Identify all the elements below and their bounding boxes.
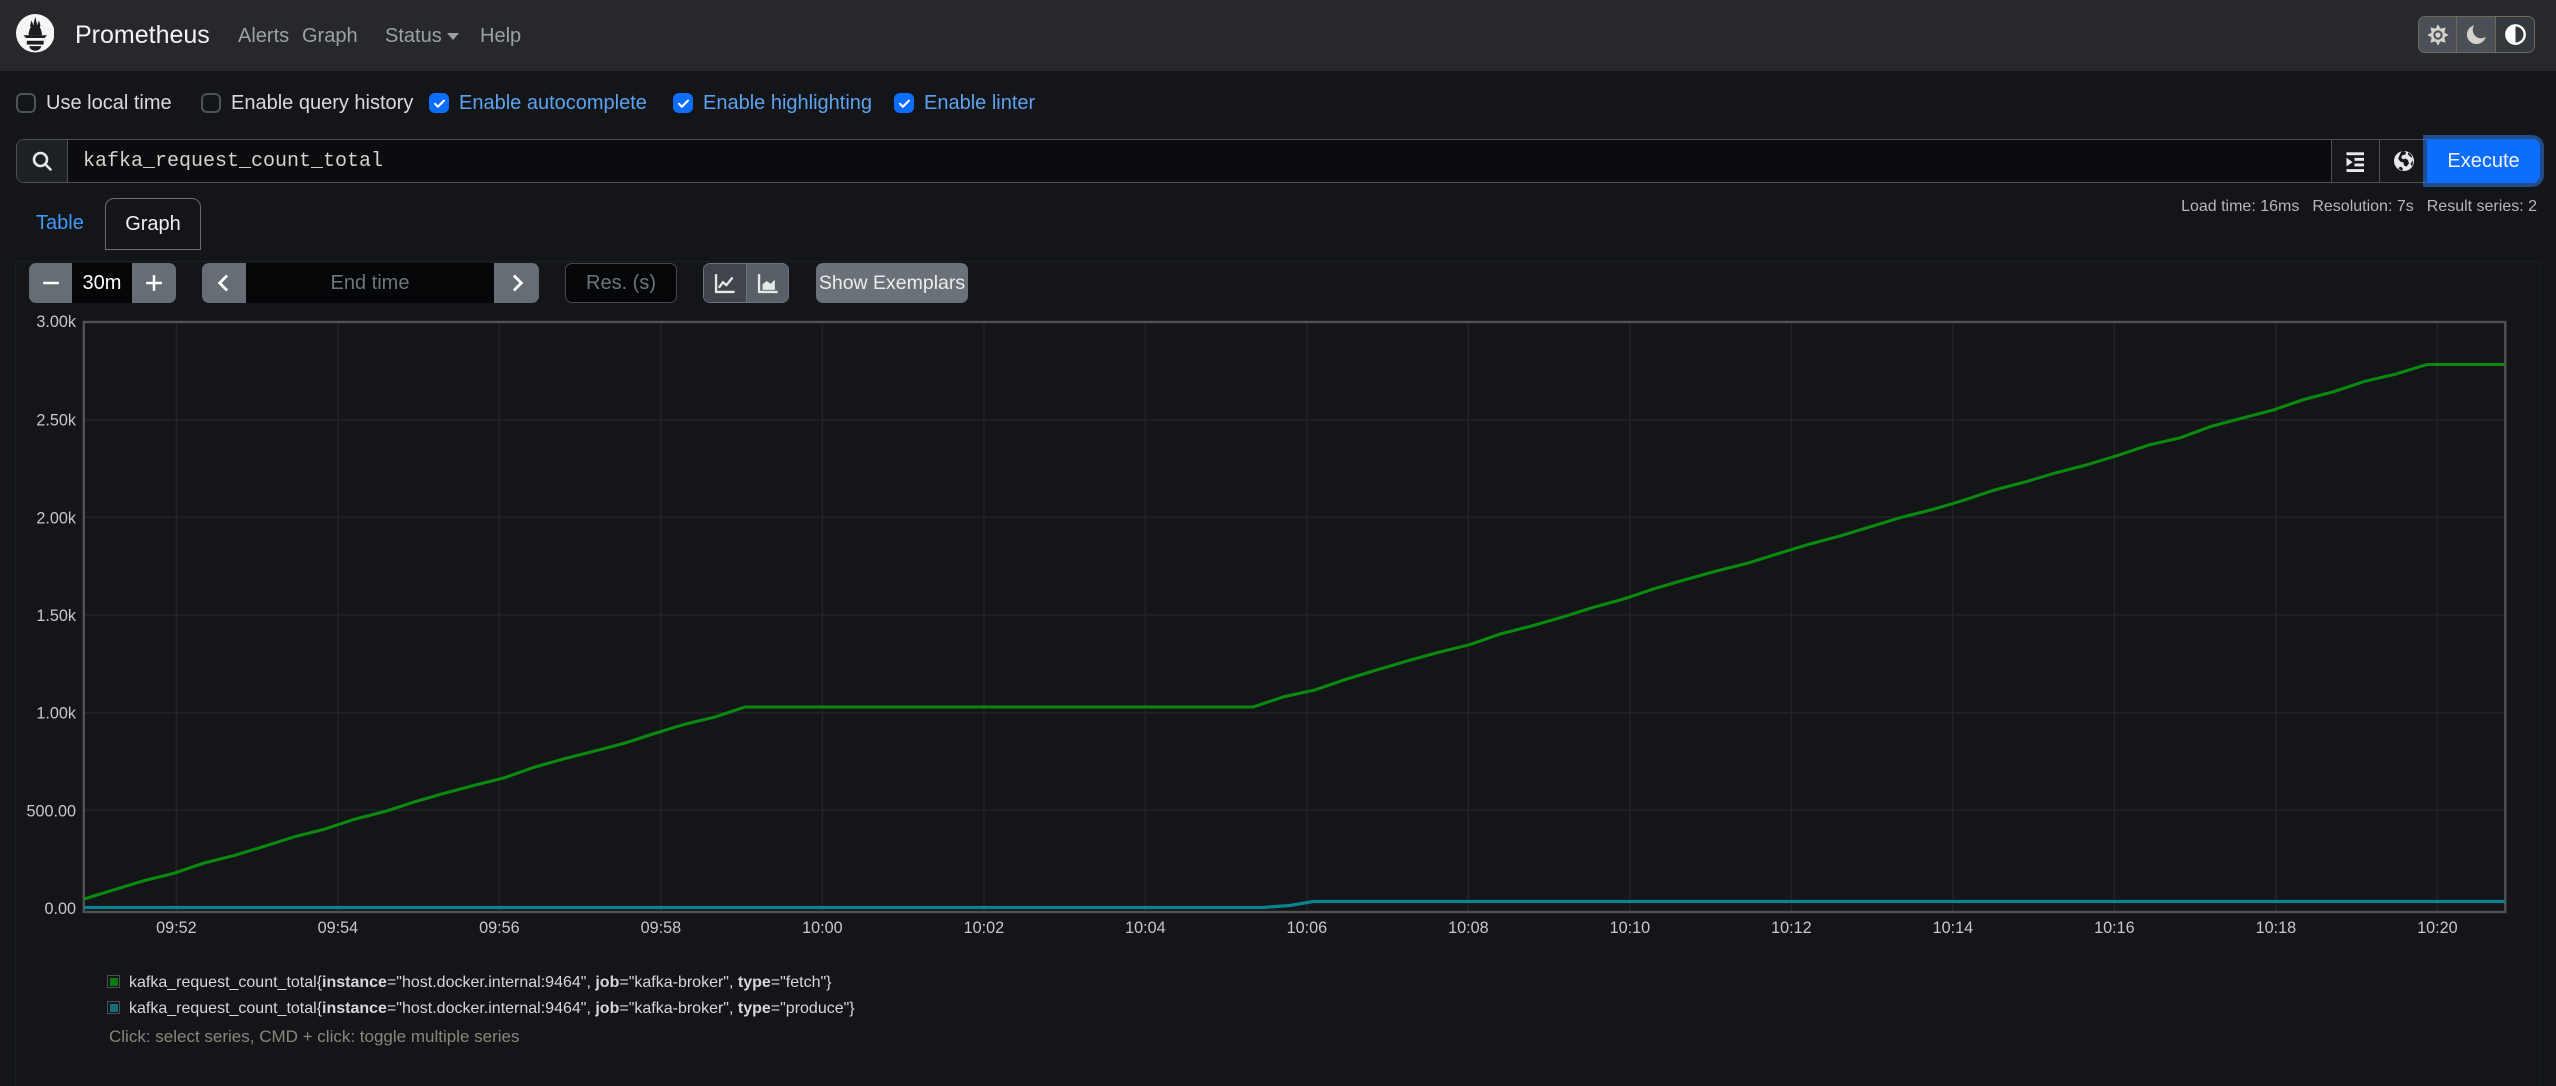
svg-text:10:02: 10:02	[964, 919, 1005, 937]
svg-text:10:06: 10:06	[1287, 919, 1328, 937]
svg-text:09:56: 09:56	[479, 919, 520, 937]
svg-text:500.00: 500.00	[26, 802, 76, 820]
svg-text:2.00k: 2.00k	[36, 509, 77, 527]
svg-text:10:12: 10:12	[1771, 919, 1812, 937]
svg-text:10:00: 10:00	[802, 919, 843, 937]
svg-text:1.50k: 1.50k	[36, 607, 77, 625]
svg-text:1.00k: 1.00k	[36, 705, 77, 723]
svg-text:2.50k: 2.50k	[36, 412, 77, 430]
svg-text:0.00: 0.00	[44, 900, 76, 918]
svg-text:3.00k: 3.00k	[36, 313, 77, 331]
svg-text:10:10: 10:10	[1610, 919, 1651, 937]
svg-text:10:16: 10:16	[2094, 919, 2135, 937]
svg-text:10:18: 10:18	[2256, 919, 2297, 937]
svg-text:10:08: 10:08	[1448, 919, 1489, 937]
svg-text:09:52: 09:52	[156, 919, 197, 937]
svg-text:10:14: 10:14	[1933, 919, 1974, 937]
svg-text:10:04: 10:04	[1125, 919, 1166, 937]
svg-text:09:54: 09:54	[318, 919, 359, 937]
svg-text:09:58: 09:58	[641, 919, 682, 937]
svg-text:10:20: 10:20	[2417, 919, 2458, 937]
